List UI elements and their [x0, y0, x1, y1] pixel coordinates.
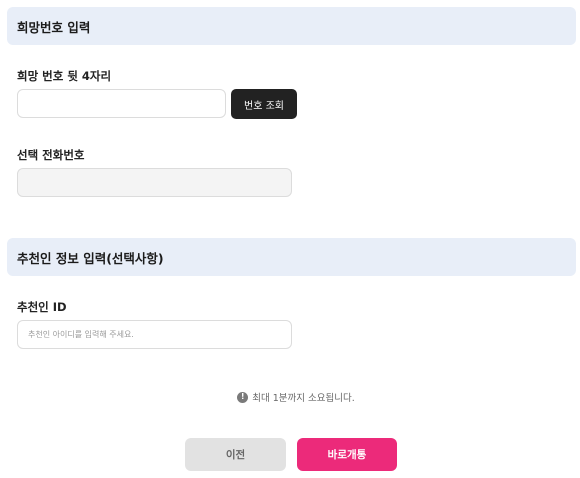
page: 희망번호 입력 희망 번호 뒷 4자리 번호 조회 선택 전화번호 추천인 정보…	[0, 0, 580, 478]
lookup-number-button[interactable]: 번호 조회	[231, 89, 297, 119]
notice-text: 최대 1분까지 소요됩니다.	[252, 393, 355, 404]
section-title: 희망번호 입력	[17, 19, 91, 35]
selected-number-label: 선택 전화번호	[17, 148, 85, 162]
notice: ! 최대 1분까지 소요됩니다.	[0, 390, 580, 404]
section-title: 추천인 정보 입력(선택사항)	[17, 250, 164, 266]
prev-button[interactable]: 이전	[185, 438, 286, 471]
recommender-id-input[interactable]	[17, 320, 292, 349]
info-icon: !	[237, 391, 249, 403]
section-header-recommender: 추천인 정보 입력(선택사항)	[7, 238, 576, 276]
selected-number-field	[17, 168, 292, 197]
open-now-button[interactable]: 바로개통	[297, 438, 397, 471]
last4-input[interactable]	[17, 89, 226, 118]
recommender-id-label: 추천인 ID	[17, 300, 67, 314]
last4-label: 희망 번호 뒷 4자리	[17, 69, 112, 83]
section-header-hope-number: 희망번호 입력	[7, 7, 576, 45]
notice-inner: ! 최대 1분까지 소요됩니다.	[237, 390, 355, 404]
